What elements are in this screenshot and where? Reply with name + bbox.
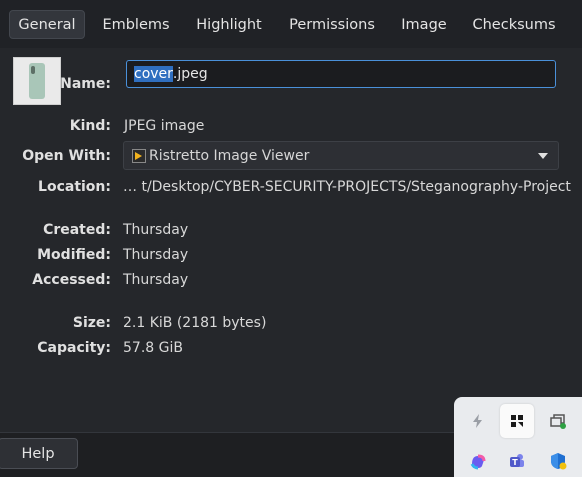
created-label: Created: bbox=[43, 222, 111, 238]
bolt-icon[interactable] bbox=[461, 404, 495, 438]
tab-image[interactable]: Image bbox=[394, 10, 454, 39]
size-label: Size: bbox=[72, 315, 111, 331]
tab-general[interactable]: General bbox=[9, 10, 85, 39]
chevron-down-icon bbox=[538, 153, 548, 159]
app-grid-icon[interactable] bbox=[500, 404, 534, 438]
tab-checksums[interactable]: Checksums bbox=[467, 10, 561, 39]
svg-text:T: T bbox=[512, 458, 518, 467]
size-value: 2.1 KiB (2181 bytes) bbox=[123, 315, 267, 331]
name-extension-text: .jpeg bbox=[172, 66, 208, 82]
open-with-label: Open With: bbox=[22, 148, 111, 164]
name-label: Name: bbox=[60, 76, 111, 92]
defender-shield-icon[interactable] bbox=[541, 444, 575, 477]
kind-value: JPEG image bbox=[124, 118, 205, 134]
teams-icon[interactable]: T bbox=[500, 444, 534, 477]
accessed-label: Accessed: bbox=[32, 272, 111, 288]
tab-emblems[interactable]: Emblems bbox=[96, 10, 176, 39]
tab-bar: General Emblems Highlight Permissions Im… bbox=[0, 0, 582, 48]
location-label: Location: bbox=[38, 179, 111, 195]
open-with-dropdown[interactable]: Ristretto Image Viewer bbox=[123, 141, 559, 170]
general-panel bbox=[0, 48, 582, 432]
location-value: … t/Desktop/CYBER-SECURITY-PROJECTS/Steg… bbox=[123, 179, 571, 195]
tab-highlight[interactable]: Highlight bbox=[189, 10, 269, 39]
modified-label: Modified: bbox=[37, 247, 111, 263]
capacity-label: Capacity: bbox=[37, 340, 111, 356]
capacity-value: 57.8 GiB bbox=[123, 340, 183, 356]
name-field[interactable]: cover .jpeg bbox=[126, 60, 556, 88]
name-selected-text: cover bbox=[134, 66, 173, 82]
kind-label: Kind: bbox=[69, 118, 111, 134]
ristretto-app-icon bbox=[132, 148, 146, 163]
windows-icon[interactable] bbox=[541, 404, 575, 438]
open-with-value: Ristretto Image Viewer bbox=[149, 147, 310, 164]
modified-value: Thursday bbox=[123, 247, 189, 263]
created-value: Thursday bbox=[123, 222, 189, 238]
copilot-icon[interactable] bbox=[461, 444, 495, 477]
system-tray-overflow: T bbox=[454, 397, 582, 477]
accessed-value: Thursday bbox=[123, 272, 189, 288]
tab-permissions[interactable]: Permissions bbox=[282, 10, 382, 39]
help-button[interactable]: Help bbox=[0, 438, 78, 469]
